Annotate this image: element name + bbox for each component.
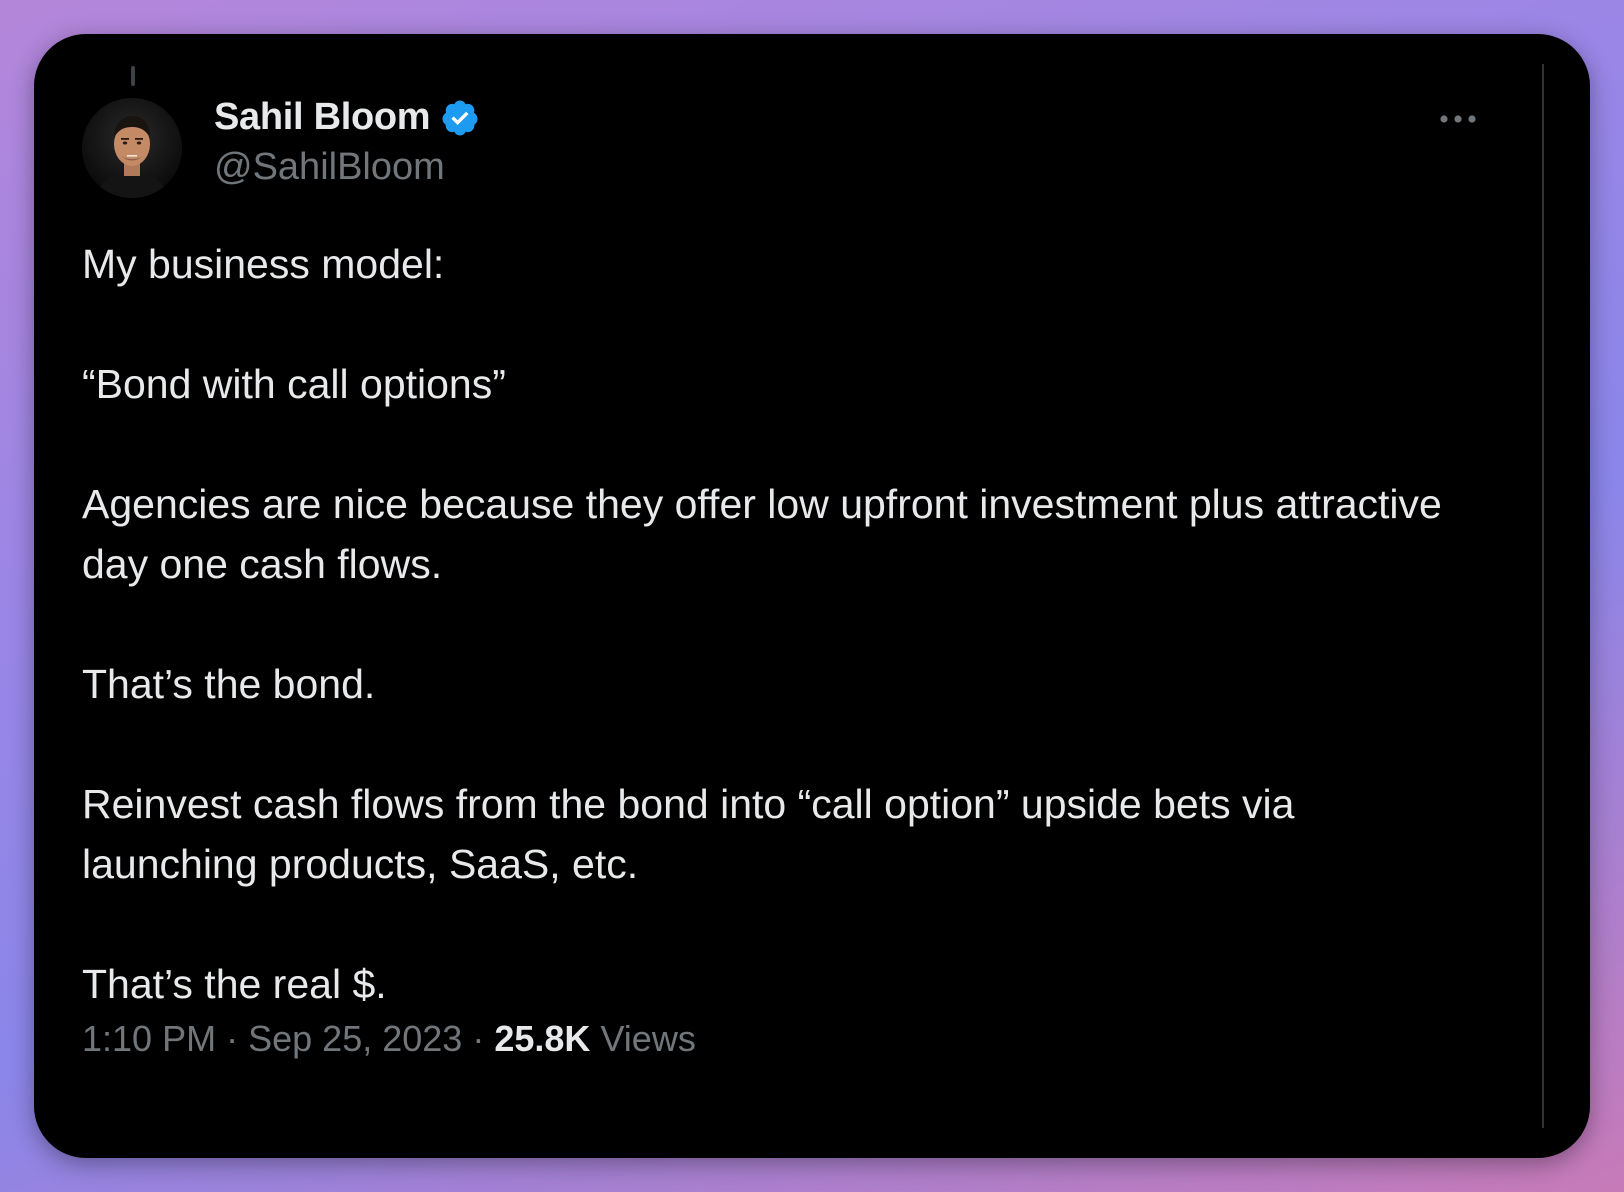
author-handle[interactable]: @SahilBloom [214,146,445,189]
views-label: Views [600,1018,696,1059]
author-name-row: Sahil Bloom [214,96,480,139]
meta-separator: · [472,1018,485,1059]
thread-connector [131,66,135,86]
avatar-photo [82,98,182,198]
tweet-paragraph: That’s the bond. [82,661,376,707]
tweet-paragraph: My business model: [82,241,445,287]
tweet-time[interactable]: 1:10 PM [82,1018,216,1059]
avatar[interactable] [82,98,182,198]
tweet-card: Sahil Bloom @SahilBloom My business mode… [34,34,1590,1158]
tweet-paragraph: Reinvest cash flows from the bond into “… [82,781,1295,887]
tweet-paragraph: “Bond with call options” [82,361,506,407]
verified-badge-icon [440,98,480,138]
tweet-paragraph: Agencies are nice because they offer low… [82,481,1442,587]
views-count[interactable]: 25.8K [494,1018,590,1059]
author-name[interactable]: Sahil Bloom [214,96,431,139]
more-options-icon[interactable] [1438,104,1478,134]
tweet-meta: 1:10 PM · Sep 25, 2023 · 25.8K Views [82,1018,696,1060]
tweet-text: My business model: “Bond with call optio… [82,234,1472,1014]
tweet-date[interactable]: Sep 25, 2023 [248,1018,462,1059]
divider [1542,64,1544,1128]
tweet-paragraph: That’s the real $. [82,961,387,1007]
meta-separator: · [226,1018,239,1059]
